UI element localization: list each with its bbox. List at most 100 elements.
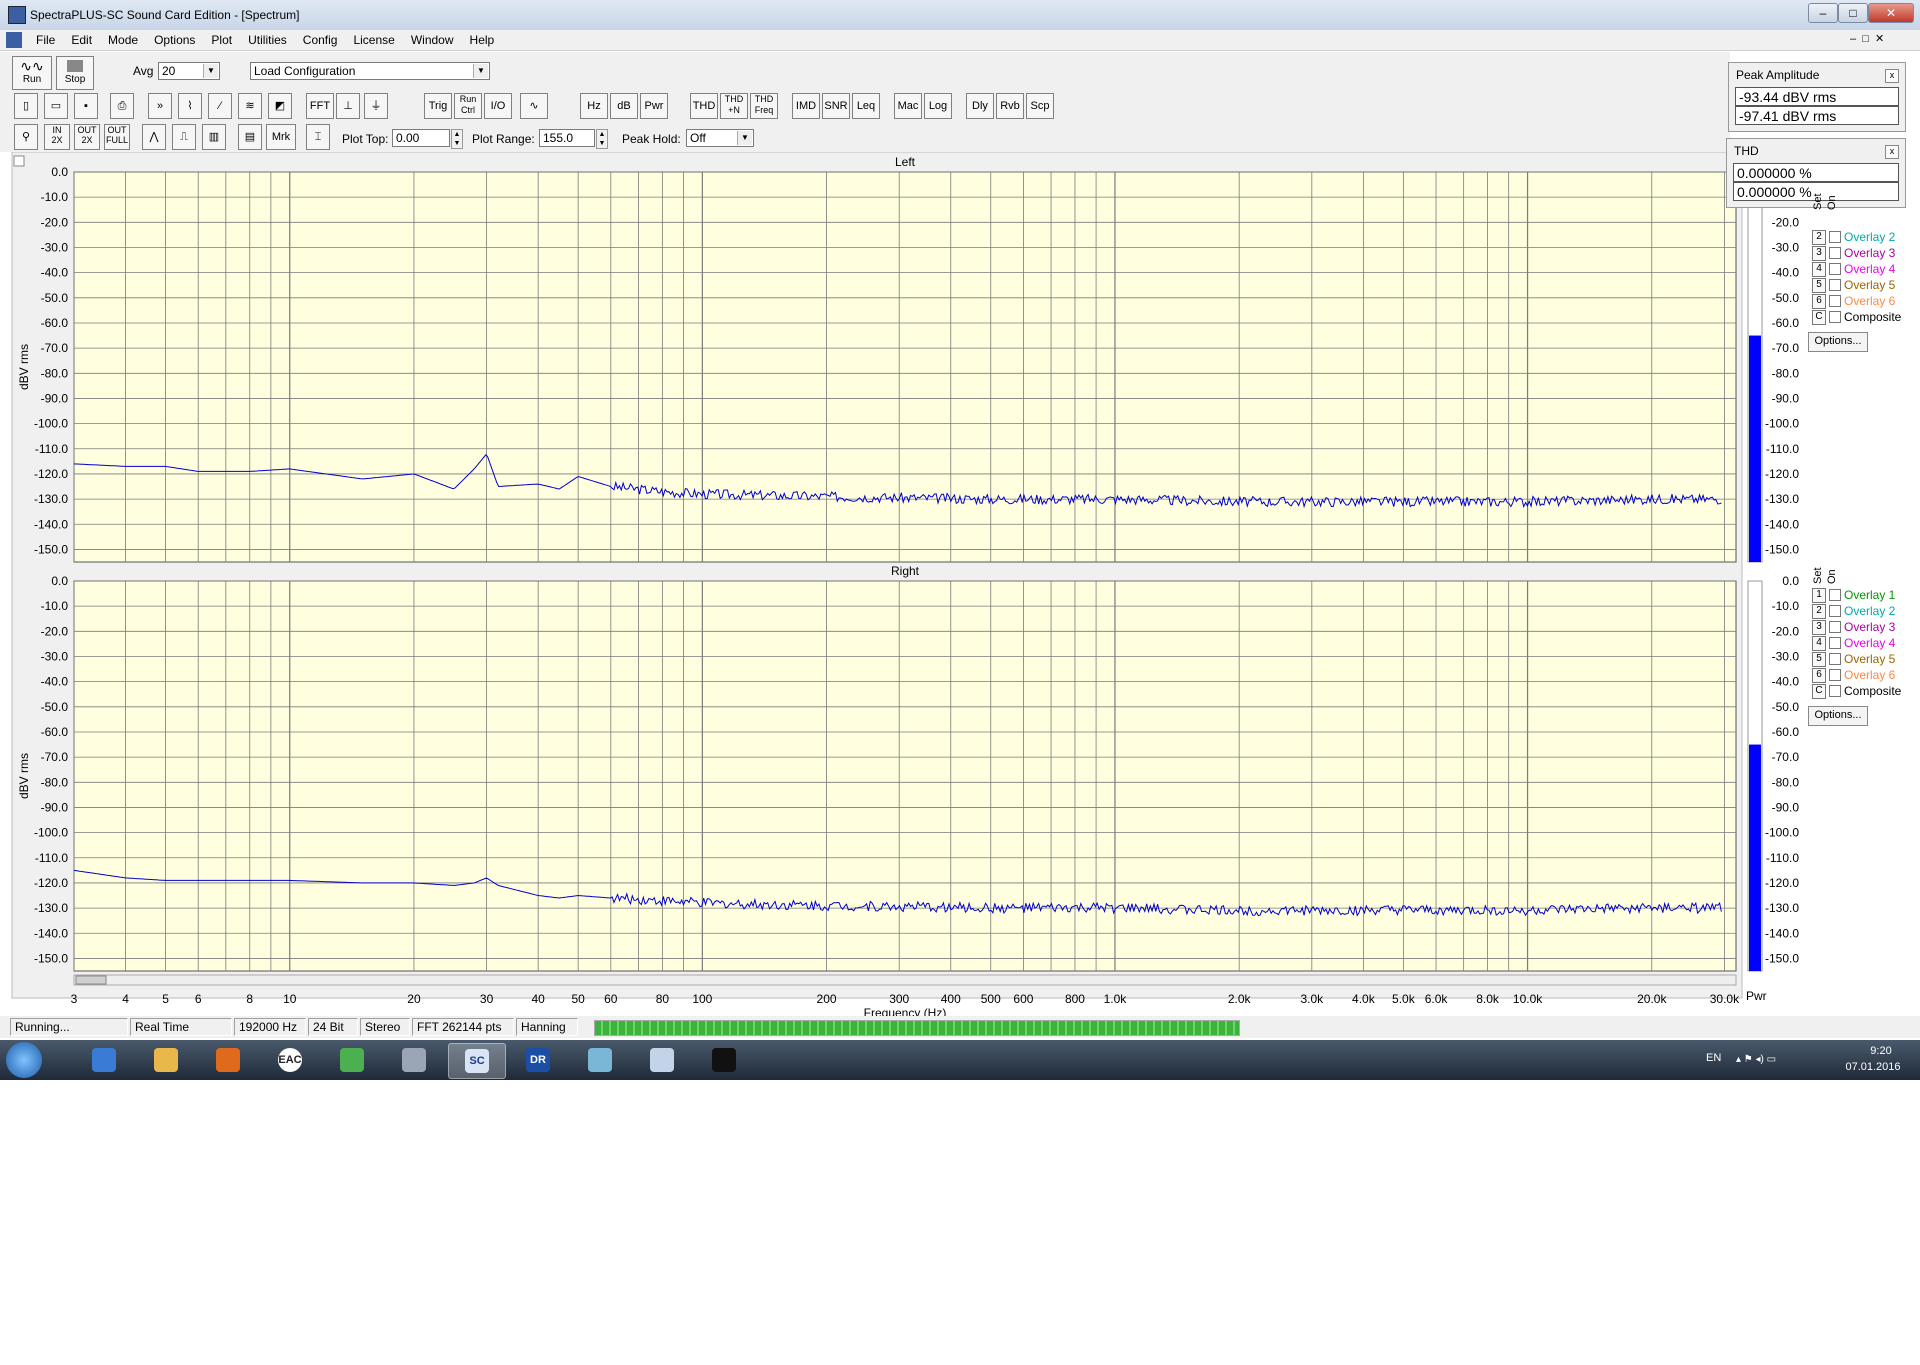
tool-leq-button[interactable]: Leq: [852, 93, 880, 119]
overlay-set-4[interactable]: 4: [1812, 262, 1826, 277]
zoom-icon[interactable]: ⚲: [14, 124, 38, 150]
overlay-set-C[interactable]: C: [1812, 684, 1826, 699]
stop-button[interactable]: Stop: [56, 56, 94, 90]
overlay-set-2[interactable]: 2: [1812, 604, 1826, 619]
taskbar-app[interactable]: [572, 1043, 628, 1077]
overlay-checkbox[interactable]: [1829, 669, 1841, 681]
configuration-select[interactable]: Load Configuration ▼: [250, 62, 490, 80]
tool-dly-button[interactable]: Dly: [966, 93, 994, 119]
tool-i-o-button[interactable]: I/O: [484, 93, 512, 119]
tool-hz-button[interactable]: Hz: [580, 93, 608, 119]
tool-pwr-button[interactable]: Pwr: [640, 93, 668, 119]
menu-file[interactable]: File: [28, 30, 63, 50]
tool-fft-button[interactable]: FFT: [306, 93, 334, 119]
document-icon[interactable]: [6, 32, 22, 48]
cursor-icon[interactable]: ⌶: [306, 124, 330, 150]
tool-mac-button[interactable]: Mac: [894, 93, 922, 119]
overlay-checkbox[interactable]: [1829, 231, 1841, 243]
tool-db-button[interactable]: dB: [610, 93, 638, 119]
overlay-set-6[interactable]: 6: [1812, 294, 1826, 309]
axis-icon[interactable]: ⊥: [336, 93, 360, 119]
tool-thd-freq-button[interactable]: THD Freq: [750, 93, 778, 119]
overlay-set-4[interactable]: 4: [1812, 636, 1826, 651]
app-icon[interactable]: [8, 6, 26, 24]
overlay-checkbox[interactable]: [1829, 605, 1841, 617]
marker-button[interactable]: Mrk: [266, 124, 296, 150]
weighting-icon[interactable]: ⏚: [364, 93, 388, 119]
taskbar-app[interactable]: DR: [510, 1043, 566, 1077]
tool-rvb-button[interactable]: Rvb: [996, 93, 1024, 119]
overlay-checkbox[interactable]: [1829, 311, 1841, 323]
clock-time[interactable]: 9:20: [1856, 1045, 1906, 1057]
overlay-set-3[interactable]: 3: [1812, 620, 1826, 635]
tool-thd-button[interactable]: THD: [690, 93, 718, 119]
overlay-options-button[interactable]: Options...: [1808, 332, 1868, 352]
tray-icons[interactable]: ▴ ⚑ ◂) ▭: [1736, 1054, 1776, 1065]
language-indicator[interactable]: EN: [1706, 1052, 1721, 1064]
menu-utilities[interactable]: Utilities: [240, 30, 295, 50]
peak-icon[interactable]: ⋀: [142, 124, 166, 150]
print-icon[interactable]: ⎙: [110, 93, 134, 119]
menu-plot[interactable]: Plot: [203, 30, 240, 50]
overlay-checkbox[interactable]: [1829, 653, 1841, 665]
close-icon[interactable]: x: [1885, 145, 1899, 159]
overlay-set-6[interactable]: 6: [1812, 668, 1826, 683]
taskbar-app[interactable]: [138, 1043, 194, 1077]
spectrum-chart[interactable]: Left 0.0 -10.0 -20.0 -30.0 -40.0 -50.0 -60.0 -70…: [0, 152, 1920, 1016]
minimize-button[interactable]: –: [1808, 3, 1838, 23]
maximize-button[interactable]: □: [1838, 3, 1868, 23]
plot-range-input[interactable]: 155.0: [539, 129, 595, 147]
chevron-down-icon[interactable]: ▼: [737, 131, 752, 145]
overlay-checkbox[interactable]: [1829, 295, 1841, 307]
overlay-set-3[interactable]: 3: [1812, 246, 1826, 261]
avg-select[interactable]: 20 ▼: [158, 62, 220, 80]
overlay-checkbox[interactable]: [1829, 637, 1841, 649]
taskbar-app[interactable]: EAC: [262, 1043, 318, 1077]
taskbar-app[interactable]: [200, 1043, 256, 1077]
overlay-set-1[interactable]: 1: [1812, 588, 1826, 603]
taskbar-app[interactable]: [386, 1043, 442, 1077]
tool-scp-button[interactable]: Scp: [1026, 93, 1054, 119]
step-icon[interactable]: ⎍: [172, 124, 196, 150]
menu-license[interactable]: License: [345, 30, 402, 50]
plot-top-spinner[interactable]: ▲ ▼: [451, 129, 463, 149]
menu-edit[interactable]: Edit: [63, 30, 100, 50]
tool-thd-n-button[interactable]: THD +N: [720, 93, 748, 119]
menu-window[interactable]: Window: [403, 30, 462, 50]
menu-help[interactable]: Help: [462, 30, 503, 50]
overlay-set-C[interactable]: C: [1812, 310, 1826, 325]
tool-log-button[interactable]: Log: [924, 93, 952, 119]
overlay-checkbox[interactable]: [1829, 247, 1841, 259]
tool-trig-button[interactable]: Trig: [424, 93, 452, 119]
bars-icon[interactable]: ▥: [202, 124, 226, 150]
tool-imd-button[interactable]: IMD: [792, 93, 820, 119]
zoom-out-full-icon[interactable]: OUT FULL: [104, 124, 130, 150]
save-icon[interactable]: ▪: [74, 93, 98, 119]
taskbar-app[interactable]: [634, 1043, 690, 1077]
menu-mode[interactable]: Mode: [100, 30, 146, 50]
3d-surface-icon[interactable]: ◩: [268, 93, 292, 119]
menu-config[interactable]: Config: [295, 30, 346, 50]
new-file-icon[interactable]: ▯: [14, 93, 38, 119]
close-icon[interactable]: x: [1885, 69, 1899, 83]
tool-snr-button[interactable]: SNR: [822, 93, 850, 119]
overlay-checkbox[interactable]: [1829, 589, 1841, 601]
signal-generator-icon[interactable]: ∿: [520, 93, 548, 119]
menu-options[interactable]: Options: [146, 30, 203, 50]
ramp-icon[interactable]: ⁄: [208, 93, 232, 119]
analyzer-icon[interactable]: ⌇: [178, 93, 202, 119]
overlay-options-button[interactable]: Options...: [1808, 706, 1868, 726]
plot-range-spinner[interactable]: ▲ ▼: [596, 129, 608, 149]
overlay-checkbox[interactable]: [1829, 279, 1841, 291]
run-button[interactable]: ∿∿ Run: [12, 56, 52, 90]
clock-date[interactable]: 07.01.2016: [1838, 1061, 1908, 1073]
overlay-checkbox[interactable]: [1829, 263, 1841, 275]
zoom-in-2x-icon[interactable]: IN 2X: [44, 124, 70, 150]
overlay-set-5[interactable]: 5: [1812, 278, 1826, 293]
start-button[interactable]: [6, 1042, 42, 1078]
taskbar-app[interactable]: [324, 1043, 380, 1077]
overlay-set-5[interactable]: 5: [1812, 652, 1826, 667]
chevron-down-icon[interactable]: ▼: [203, 64, 218, 78]
fast-forward-icon[interactable]: »: [148, 93, 172, 119]
close-button[interactable]: ✕: [1868, 3, 1914, 23]
